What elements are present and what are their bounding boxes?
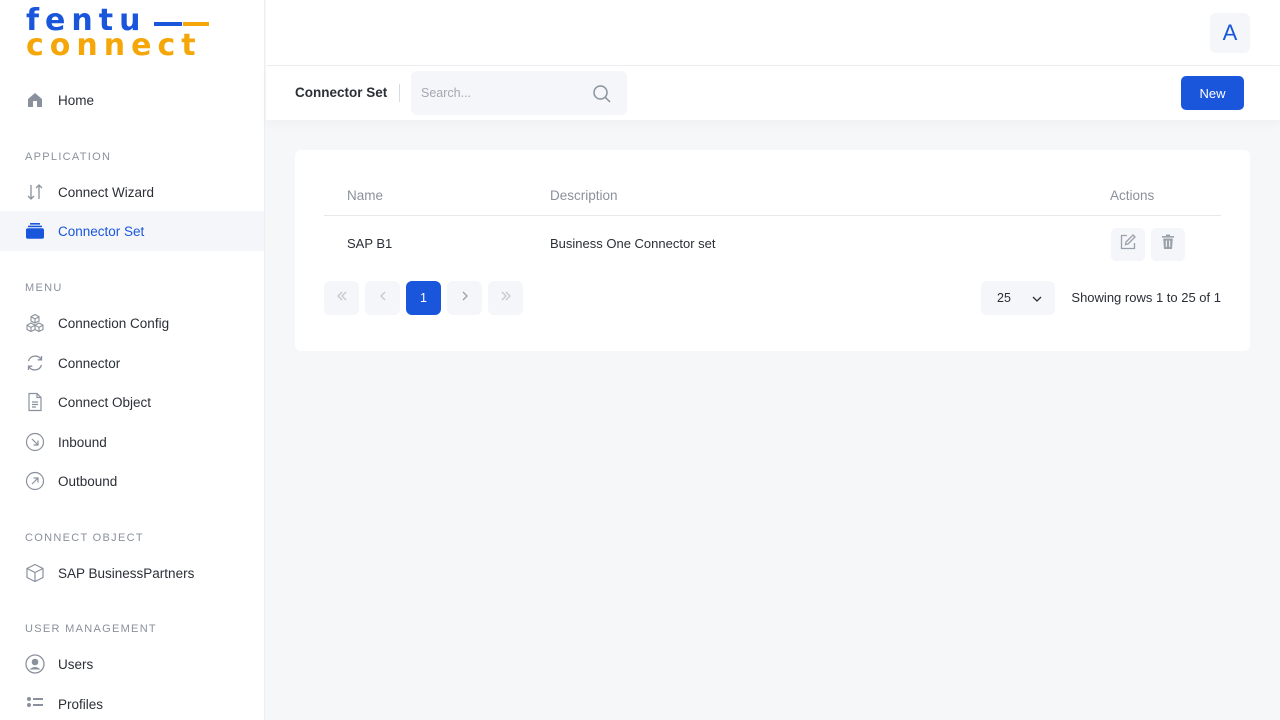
pagination-summary: Showing rows 1 to 25 of 1 <box>1071 290 1221 305</box>
fentu-connect-logo[interactable]: fentu connect <box>26 6 216 64</box>
previous-page-button[interactable] <box>365 281 400 315</box>
column-header-name[interactable]: Name <box>347 188 383 203</box>
sidebar-item-profiles[interactable]: Profiles <box>0 684 264 720</box>
logo-bar-blue <box>154 22 182 26</box>
sidebar-item-users[interactable]: Users <box>0 644 264 684</box>
folder-stack-icon <box>25 221 45 241</box>
search-box[interactable] <box>411 71 627 115</box>
search-input[interactable] <box>421 83 581 103</box>
rows-per-page-value: 25 <box>997 291 1011 305</box>
user-circle-icon <box>25 654 45 674</box>
sidebar-item-label: Connect Wizard <box>58 184 155 200</box>
sidebar-item-label: Home <box>58 92 95 108</box>
trash-icon <box>1159 233 1177 256</box>
sidebar-item-sap-businesspartners[interactable]: SAP BusinessPartners <box>0 553 264 593</box>
delete-button[interactable] <box>1151 228 1185 261</box>
topbar: A <box>266 0 1280 66</box>
page-title: Connector Set <box>295 85 388 100</box>
edit-button[interactable] <box>1111 228 1145 261</box>
sidebar-item-label: Connection Config <box>58 315 170 331</box>
sidebar-item-label: Users <box>58 656 94 672</box>
sidebar-item-connect-object[interactable]: Connect Object <box>0 382 264 422</box>
page-toolbar: Connector Set New <box>266 66 1280 120</box>
document-icon <box>25 392 45 412</box>
user-avatar[interactable]: A <box>1210 13 1250 53</box>
header-divider <box>324 215 1221 216</box>
sidebar-item-connector-set[interactable]: Connector Set <box>0 211 264 251</box>
column-header-actions: Actions <box>1110 188 1155 203</box>
sidebar-item-label: Connector <box>58 355 121 371</box>
sidebar-item-home[interactable]: Home <box>0 80 264 120</box>
refresh-icon <box>25 353 45 373</box>
search-icon[interactable] <box>592 84 612 104</box>
sidebar-item-label: Connect Object <box>58 394 152 410</box>
section-title-menu: MENU <box>25 282 63 294</box>
arrows-updown-icon <box>25 182 45 202</box>
logo-bar-yellow <box>183 22 209 26</box>
sidebar-item-label: Inbound <box>58 434 107 450</box>
chevron-left-icon <box>376 289 390 308</box>
sidebar-item-label: Outbound <box>58 473 118 489</box>
edit-icon <box>1119 233 1137 256</box>
first-page-button[interactable] <box>324 281 359 315</box>
cell-description: Business One Connector set <box>550 236 716 251</box>
section-title-application: APPLICATION <box>25 151 112 163</box>
new-button[interactable]: New <box>1181 76 1244 110</box>
rows-per-page-select[interactable]: 25 <box>981 281 1055 315</box>
cubes-icon <box>25 313 45 333</box>
home-icon <box>25 90 45 110</box>
sidebar-item-connector[interactable]: Connector <box>0 343 264 383</box>
logo-line-2: connect <box>26 28 202 63</box>
double-chevron-right-icon <box>499 289 513 308</box>
title-divider <box>399 84 400 102</box>
sidebar-item-outbound[interactable]: Outbound <box>0 461 264 501</box>
page-button-current[interactable]: 1 <box>406 281 441 315</box>
connector-set-table-card: Name Description Actions SAP B1 Business… <box>295 150 1250 351</box>
arrow-up-right-circle-icon <box>25 471 45 491</box>
arrow-down-right-circle-icon <box>25 432 45 452</box>
last-page-button[interactable] <box>488 281 523 315</box>
sidebar-item-label: Profiles <box>58 696 104 712</box>
sidebar-item-label: SAP BusinessPartners <box>58 565 195 581</box>
chevron-down-icon <box>1031 292 1043 310</box>
sidebar-item-connect-wizard[interactable]: Connect Wizard <box>0 172 264 212</box>
chevron-right-icon <box>458 289 472 308</box>
box-icon <box>25 563 45 583</box>
list-icon <box>25 694 45 714</box>
sidebar: fentu connect Home APPLICATION Connect W… <box>0 0 265 720</box>
cell-name: SAP B1 <box>347 236 393 251</box>
sidebar-item-label: Connector Set <box>58 223 145 239</box>
sidebar-item-connection-config[interactable]: Connection Config <box>0 303 264 343</box>
next-page-button[interactable] <box>447 281 482 315</box>
section-title-user-management: USER MANAGEMENT <box>25 623 157 635</box>
column-header-description[interactable]: Description <box>550 188 618 203</box>
section-title-connect-object: CONNECT OBJECT <box>25 532 144 544</box>
double-chevron-left-icon <box>335 289 349 308</box>
sidebar-item-inbound[interactable]: Inbound <box>0 422 264 462</box>
